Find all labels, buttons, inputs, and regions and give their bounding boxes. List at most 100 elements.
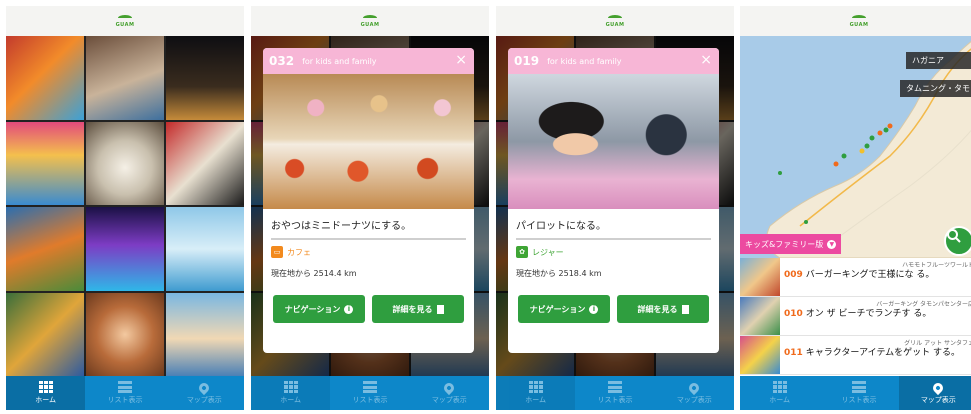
screen-detail-donut: GUAM 032 for kids and family × おやつはミニドーナ… — [251, 6, 489, 410]
details-label: 詳細を見る — [392, 304, 433, 314]
map-label-tamuning: タムニング・タモ — [900, 80, 971, 97]
map-pin-icon — [197, 380, 212, 395]
navigation-button[interactable]: ナビゲーション i — [518, 295, 610, 323]
spot-distance: 現在地から 2518.4 km — [516, 269, 602, 278]
list-item-subtitle: バーガーキング タモンパセンター店 — [876, 301, 971, 308]
tab-list[interactable]: リスト表示 — [819, 376, 898, 410]
logo-icon — [608, 14, 622, 21]
list-item[interactable]: ハモモトフルーツワールド 009 バーガーキングで王様にな る。 — [740, 258, 971, 297]
tab-map[interactable]: マップ表示 — [655, 376, 734, 410]
photo-tile[interactable] — [6, 207, 84, 291]
close-icon[interactable]: × — [455, 52, 467, 68]
tab-map[interactable]: マップ表示 — [410, 376, 489, 410]
map-view[interactable]: ハガニア タムニング・タモ キッズ&ファミリー版 ▼ — [740, 36, 971, 258]
search-button[interactable] — [944, 226, 971, 256]
tab-bar: ホーム リスト表示 マップ表示 — [6, 376, 244, 410]
screen-map: GUAM ハガニア タムニング・タモ キッズ&ファミリー版 ▼ ハモモトフルーツ… — [740, 6, 971, 410]
close-icon[interactable]: × — [700, 52, 712, 68]
search-icon — [947, 229, 961, 243]
list-icon — [117, 381, 132, 393]
filter-chip[interactable]: キッズ&ファミリー版 ▼ — [740, 234, 842, 254]
tab-home-label: ホーム — [525, 396, 547, 404]
list-icon — [362, 381, 377, 393]
screen-detail-pilot: GUAM 019 for kids and family × パイロットになる。… — [496, 6, 734, 410]
spot-list: ハモモトフルーツワールド 009 バーガーキングで王様にな る。 バーガーキング … — [740, 258, 971, 376]
spot-modal: 032 for kids and family × おやつはミニドーナツにする。… — [263, 48, 474, 353]
island-map — [766, 40, 971, 258]
tab-list[interactable]: リスト表示 — [575, 376, 654, 410]
tab-map[interactable]: マップ表示 — [165, 376, 244, 410]
photo-tile[interactable] — [166, 36, 244, 120]
navigation-button[interactable]: ナビゲーション i — [273, 295, 365, 323]
grid-icon — [528, 381, 543, 393]
photo-tile[interactable] — [166, 207, 244, 291]
tab-bar: ホーム リスト表示 マップ表示 — [740, 376, 971, 410]
spot-modal: 019 for kids and family × パイロットになる。 ✿ レジ… — [508, 48, 719, 353]
logo-icon — [363, 14, 377, 21]
spot-category: ✿ レジャー — [516, 246, 711, 258]
photo-tile[interactable] — [166, 121, 244, 205]
screen-home: GUAM ホーム リスト表示 マップ表示 — [6, 6, 244, 410]
details-button[interactable]: 詳細を見る — [372, 295, 464, 323]
tab-list-label: リスト表示 — [352, 396, 388, 404]
tab-home-label: ホーム — [769, 396, 791, 404]
tab-home[interactable]: ホーム — [740, 376, 819, 410]
details-label: 詳細を見る — [637, 304, 678, 314]
photo-tile[interactable] — [86, 207, 164, 291]
tab-map-label: マップ表示 — [431, 395, 467, 404]
list-thumbnail — [740, 258, 780, 296]
tab-home[interactable]: ホーム — [6, 376, 86, 410]
map-pin-icon — [687, 380, 702, 395]
compass-icon: i — [589, 304, 599, 314]
logo-text: GUAM — [605, 21, 625, 28]
list-item[interactable]: バーガーキング タモンパセンター店 010 オン ザ ビーチでランチす る。 — [740, 297, 971, 336]
app-header: GUAM — [496, 6, 734, 36]
list-item-title: 009 バーガーキングで王様にな る。 — [784, 270, 935, 280]
photo-grid — [6, 36, 244, 376]
logo-text: GUAM — [849, 21, 869, 28]
photo-tile[interactable] — [86, 121, 164, 205]
tab-home[interactable]: ホーム — [251, 376, 331, 410]
logo-text: GUAM — [115, 21, 135, 28]
photo-tile[interactable] — [86, 36, 164, 120]
photo-tile[interactable] — [166, 292, 244, 376]
list-thumbnail — [740, 336, 780, 374]
photo-tile[interactable] — [6, 292, 84, 376]
tab-list[interactable]: リスト表示 — [330, 376, 409, 410]
spot-number: 019 — [514, 54, 540, 68]
list-item-subtitle: ハモモトフルーツワールド — [902, 262, 971, 269]
spot-title: おやつはミニドーナツにする。 — [271, 217, 466, 240]
tab-map[interactable]: マップ表示 — [898, 376, 971, 410]
app-header: GUAM — [740, 6, 971, 36]
tab-list-label: リスト表示 — [841, 396, 877, 404]
list-item[interactable]: グリル アット サンタフェ 011 キャラクターアイテムをゲット する。 — [740, 336, 971, 375]
filter-label: キッズ&ファミリー版 — [745, 239, 824, 249]
modal-header: 019 for kids and family × — [508, 48, 719, 74]
tab-bar: ホーム リスト表示 マップ表示 — [251, 376, 489, 410]
list-item-title: 011 キャラクターアイテムをゲット する。 — [784, 348, 961, 358]
tab-map-label: マップ表示 — [920, 395, 956, 404]
photo-tile[interactable] — [6, 121, 84, 205]
photo-tile[interactable] — [6, 36, 84, 120]
grid-icon — [283, 381, 298, 393]
chevron-down-icon: ▼ — [827, 239, 837, 249]
details-button[interactable]: 詳細を見る — [617, 295, 709, 323]
spot-tag: for kids and family — [547, 56, 622, 66]
map-pin-icon — [931, 380, 946, 395]
spot-distance: 現在地から 2514.4 km — [271, 269, 357, 278]
photo-tile[interactable] — [86, 292, 164, 376]
compass-icon: i — [344, 304, 354, 314]
logo-icon — [852, 14, 866, 21]
spot-photo — [508, 74, 719, 209]
list-icon — [607, 381, 622, 393]
spot-photo — [263, 74, 474, 209]
tab-map-label: マップ表示 — [676, 395, 712, 404]
tab-home[interactable]: ホーム — [496, 376, 576, 410]
grid-icon — [38, 381, 53, 393]
map-pin-icon — [442, 380, 457, 395]
spot-number: 032 — [269, 54, 295, 68]
app-header: GUAM — [6, 6, 244, 36]
navigation-label: ナビゲーション — [284, 304, 341, 314]
tab-list[interactable]: リスト表示 — [85, 376, 164, 410]
tab-bar: ホーム リスト表示 マップ表示 — [496, 376, 734, 410]
